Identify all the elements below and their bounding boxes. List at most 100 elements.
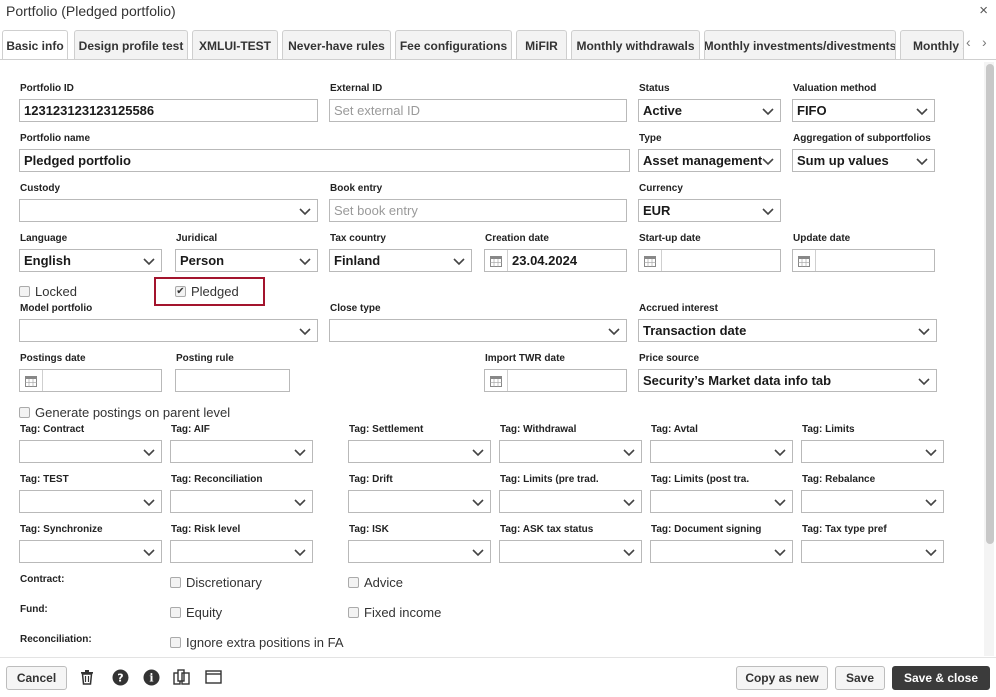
window-icon[interactable]	[204, 668, 222, 686]
calendar-icon[interactable]	[490, 255, 502, 267]
chevron-down-icon[interactable]	[924, 495, 938, 509]
tag-select[interactable]	[348, 490, 491, 513]
startup-date-input[interactable]	[638, 249, 781, 272]
tab-xmlui-test[interactable]: XMLUI-TEST	[192, 30, 278, 59]
chevron-down-icon[interactable]	[761, 104, 775, 118]
cancel-button[interactable]: Cancel	[6, 666, 67, 690]
close-icon[interactable]: ×	[979, 2, 988, 19]
generate-postings-checkbox-box[interactable]	[19, 407, 30, 418]
close-type-select[interactable]	[329, 319, 627, 342]
tab-monthly-withdrawals[interactable]: Monthly withdrawals	[571, 30, 700, 59]
calendar-icon[interactable]	[490, 375, 502, 387]
tab-mifir[interactable]: MiFIR	[516, 30, 567, 59]
chevron-down-icon[interactable]	[773, 495, 787, 509]
copy-as-new-button[interactable]: Copy as new	[736, 666, 828, 690]
chevron-down-icon[interactable]	[293, 495, 307, 509]
chevron-down-icon[interactable]	[471, 445, 485, 459]
calendar-icon[interactable]	[644, 255, 656, 267]
fixed-income-checkbox-box[interactable]	[348, 607, 359, 618]
generate-postings-checkbox[interactable]: Generate postings on parent level	[19, 405, 230, 420]
tab-design-profile-test[interactable]: Design profile test	[74, 30, 188, 59]
info-icon[interactable]: i	[142, 668, 160, 686]
chevron-down-icon[interactable]	[142, 445, 156, 459]
chevron-down-icon[interactable]	[298, 204, 312, 218]
valuation-method-select[interactable]: FIFO	[792, 99, 935, 122]
locked-checkbox[interactable]: Locked	[19, 284, 77, 299]
discretionary-checkbox[interactable]: Discretionary	[170, 575, 262, 590]
advice-checkbox-box[interactable]	[348, 577, 359, 588]
fixed-income-checkbox[interactable]: Fixed income	[348, 605, 441, 620]
language-select[interactable]: English	[19, 249, 162, 272]
book-icon[interactable]	[173, 668, 191, 686]
tab-fee-configurations[interactable]: Fee configurations	[395, 30, 512, 59]
tag-select[interactable]	[348, 540, 491, 563]
help-icon[interactable]: ?	[111, 668, 129, 686]
currency-select[interactable]: EUR	[638, 199, 781, 222]
tab-monthly-investments[interactable]: Monthly investments/divestments	[704, 30, 896, 59]
chevron-down-icon[interactable]	[622, 545, 636, 559]
chevron-down-icon[interactable]	[917, 374, 931, 388]
price-source-select[interactable]: Security’s Market data info tab	[638, 369, 937, 392]
update-date-input[interactable]	[792, 249, 935, 272]
chevron-down-icon[interactable]	[917, 324, 931, 338]
trash-icon[interactable]	[78, 668, 96, 686]
model-portfolio-select[interactable]	[19, 319, 318, 342]
tag-select[interactable]	[19, 440, 162, 463]
ignore-extra-positions-checkbox-box[interactable]	[170, 637, 181, 648]
postings-date-input[interactable]	[19, 369, 162, 392]
portfolio-name-input[interactable]: Pledged portfolio	[19, 149, 630, 172]
checkmark-icon[interactable]: ✔	[175, 286, 186, 297]
tab-never-have-rules[interactable]: Never-have rules	[282, 30, 391, 59]
chevron-down-icon[interactable]	[142, 254, 156, 268]
chevron-down-icon[interactable]	[471, 545, 485, 559]
tag-select[interactable]	[499, 490, 642, 513]
tag-select[interactable]	[19, 490, 162, 513]
ignore-extra-positions-checkbox[interactable]: Ignore extra positions in FA	[170, 635, 344, 650]
tax-country-select[interactable]: Finland	[329, 249, 472, 272]
tag-select[interactable]	[19, 540, 162, 563]
chevron-down-icon[interactable]	[452, 254, 466, 268]
chevron-down-icon[interactable]	[924, 545, 938, 559]
chevron-down-icon[interactable]	[761, 204, 775, 218]
tab-scroll-left-icon[interactable]: ‹	[966, 34, 971, 50]
calendar-icon[interactable]	[798, 255, 810, 267]
calendar-icon[interactable]	[25, 375, 37, 387]
chevron-down-icon[interactable]	[622, 445, 636, 459]
chevron-down-icon[interactable]	[293, 545, 307, 559]
tag-select[interactable]	[499, 540, 642, 563]
tag-select[interactable]	[499, 440, 642, 463]
chevron-down-icon[interactable]	[773, 445, 787, 459]
tag-select[interactable]	[170, 540, 313, 563]
tab-monthly-s[interactable]: Monthly s	[900, 30, 964, 59]
accrued-interest-select[interactable]: Transaction date	[638, 319, 937, 342]
tag-select[interactable]	[650, 490, 793, 513]
advice-checkbox[interactable]: Advice	[348, 575, 403, 590]
tag-select[interactable]	[170, 440, 313, 463]
chevron-down-icon[interactable]	[915, 104, 929, 118]
tag-select[interactable]	[170, 490, 313, 513]
chevron-down-icon[interactable]	[142, 545, 156, 559]
tag-select[interactable]	[801, 540, 944, 563]
save-button[interactable]: Save	[835, 666, 885, 690]
chevron-down-icon[interactable]	[761, 154, 775, 168]
creation-date-input[interactable]: 23.04.2024	[484, 249, 627, 272]
posting-rule-input[interactable]	[175, 369, 290, 392]
equity-checkbox[interactable]: Equity	[170, 605, 222, 620]
tag-select[interactable]	[348, 440, 491, 463]
chevron-down-icon[interactable]	[471, 495, 485, 509]
chevron-down-icon[interactable]	[142, 495, 156, 509]
pledged-checkbox[interactable]: ✔ Pledged	[175, 284, 239, 299]
tag-select[interactable]	[801, 490, 944, 513]
tab-scroll-right-icon[interactable]: ›	[982, 34, 987, 50]
chevron-down-icon[interactable]	[298, 254, 312, 268]
save-close-button[interactable]: Save & close	[892, 666, 990, 690]
chevron-down-icon[interactable]	[607, 324, 621, 338]
tag-select[interactable]	[801, 440, 944, 463]
chevron-down-icon[interactable]	[622, 495, 636, 509]
scrollbar-thumb[interactable]	[986, 64, 994, 544]
locked-checkbox-box[interactable]	[19, 286, 30, 297]
type-select[interactable]: Asset management	[638, 149, 781, 172]
custody-select[interactable]	[19, 199, 318, 222]
status-select[interactable]: Active	[638, 99, 781, 122]
chevron-down-icon[interactable]	[298, 324, 312, 338]
